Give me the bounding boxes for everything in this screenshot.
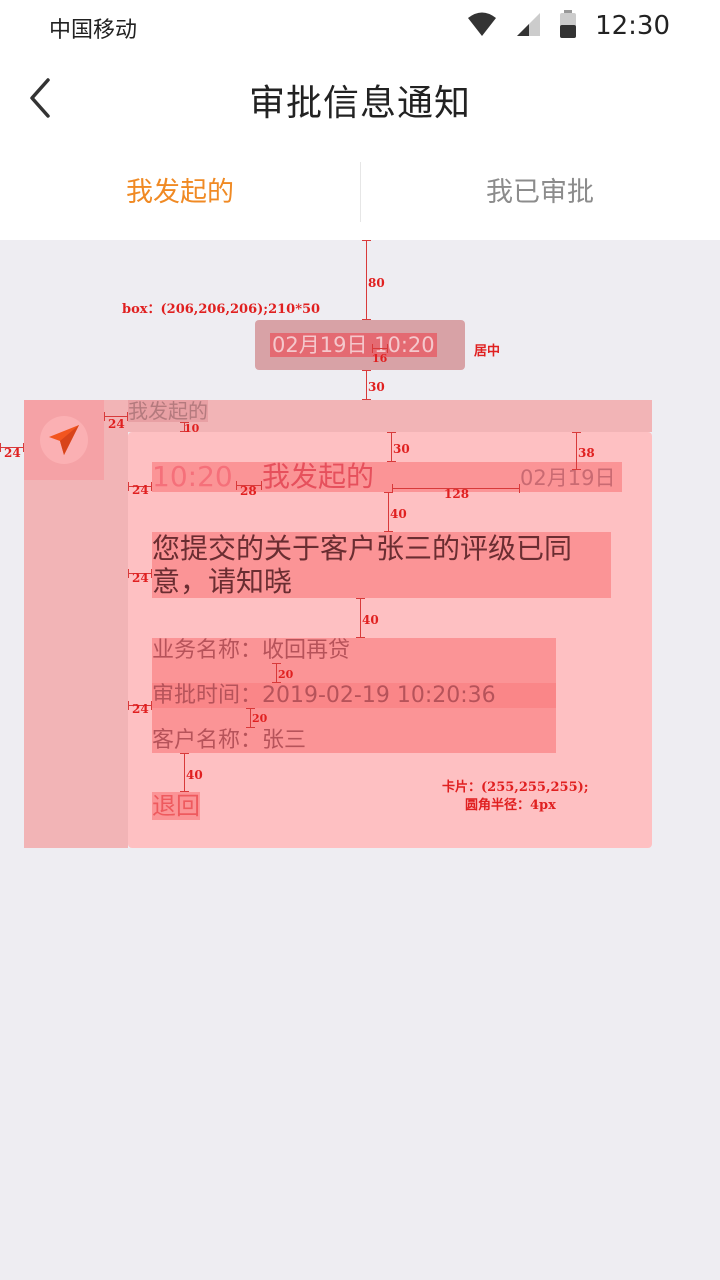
dimension-line: [572, 432, 581, 470]
dimension-label: 30: [368, 380, 385, 394]
sender-label: 我发起的: [128, 399, 208, 423]
dimension-label: 20: [278, 668, 294, 681]
dimension-label: 40: [186, 768, 203, 782]
card-radius-annotation: 圆角半径：4px: [465, 798, 556, 813]
card-title: 我发起的: [262, 460, 375, 493]
signal-icon: [515, 11, 541, 41]
clock: 12:30: [595, 11, 670, 41]
card-message: 您提交的关于客户张三的评级已同意，请知晓: [152, 532, 573, 598]
dimension-label: 20: [252, 712, 268, 725]
battery-icon: [559, 10, 577, 42]
withdraw-button[interactable]: 退回: [152, 792, 200, 820]
dimension-label: 24: [132, 702, 149, 716]
dimension-label: 128: [444, 487, 470, 501]
dimension-line: [180, 753, 189, 792]
dimension-line: [362, 240, 371, 320]
card-spec-annotation: 卡片：(255,255,255);: [442, 780, 589, 795]
dimension-line: [246, 708, 255, 728]
dimension-label: 24: [108, 417, 125, 431]
avatar: [24, 400, 104, 480]
dimension-label: 24: [132, 483, 149, 497]
app-header: 审批信息通知: [0, 52, 720, 146]
tab-approved[interactable]: 我已审批: [360, 146, 720, 240]
status-icons: 12:30: [467, 10, 670, 42]
dimension-label: 40: [362, 613, 379, 627]
dimension-label: 28: [240, 484, 257, 498]
dimension-line: [387, 432, 396, 462]
card-time: 10:20: [152, 460, 233, 493]
paper-plane-icon: [49, 425, 79, 455]
dimension-line: [362, 370, 371, 400]
centered-annotation: 居中: [474, 344, 501, 359]
detail-approval-time: 审批时间：2019-02-19 10:20:36: [152, 683, 496, 708]
tab-initiated[interactable]: 我发起的: [0, 146, 360, 240]
dimension-line: [356, 598, 365, 638]
dimension-label: 40: [390, 507, 407, 521]
dimension-label: 10: [184, 422, 200, 435]
dimension-label: 16: [372, 352, 388, 365]
status-bar: 中国移动 12:30: [0, 0, 720, 52]
card-date: 02月19日: [520, 466, 616, 490]
detail-customer-name: 客户名称：张三: [152, 728, 307, 753]
dimension-label: 38: [578, 446, 595, 460]
detail-business-name: 业务名称：收回再贷: [152, 638, 351, 663]
box-spec-annotation: box：(206,206,206);210*50: [122, 302, 321, 317]
dimension-label: 30: [393, 442, 410, 456]
dimension-line: [372, 344, 388, 353]
dimension-label: 24: [132, 571, 149, 585]
tab-divider: [360, 162, 361, 222]
carrier-name: 中国移动: [49, 18, 138, 43]
tab-bar: 我发起的 我已审批: [0, 146, 720, 240]
page-title: 审批信息通知: [248, 83, 471, 124]
date-badge: 02月19日 10:20: [270, 333, 437, 357]
dimension-label: 80: [368, 276, 385, 290]
avatar-circle: [40, 416, 88, 464]
wifi-icon: [467, 11, 497, 41]
dimension-line: [384, 492, 393, 532]
dimension-line: [272, 663, 281, 683]
dimension-label: 24: [4, 446, 21, 460]
